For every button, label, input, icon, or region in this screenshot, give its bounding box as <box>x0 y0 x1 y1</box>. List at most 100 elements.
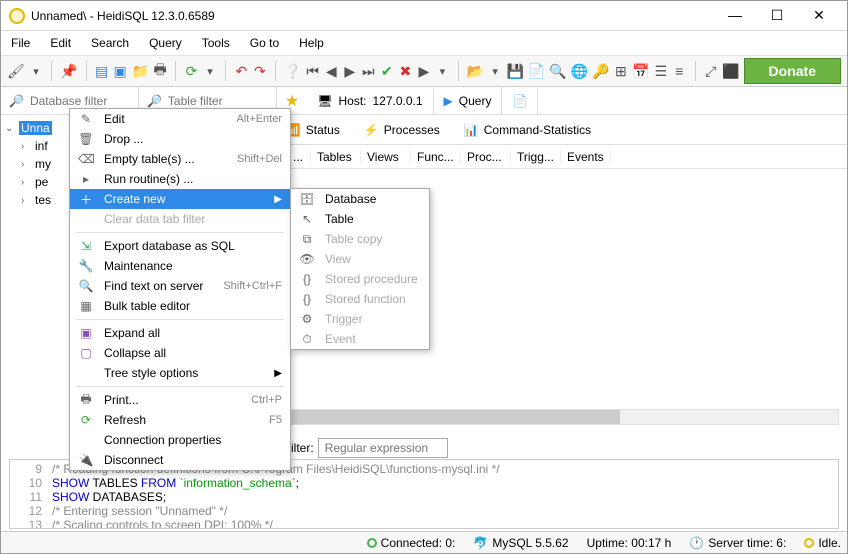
ctx-bulk[interactable]: ▦Bulk table editor <box>70 296 290 316</box>
refresh-icon[interactable]: ⟳ <box>184 62 199 80</box>
zoom-icon[interactable]: 🔍 <box>549 62 566 80</box>
help-icon[interactable]: ❔ <box>284 62 301 80</box>
chevron-down-icon[interactable]: ⌄ <box>5 123 15 134</box>
database-tree[interactable]: ⌄ Unna ›inf ›my ›pe ›tes <box>1 115 71 405</box>
filter-input[interactable] <box>318 438 448 458</box>
tree-root[interactable]: ⌄ Unna <box>5 119 66 137</box>
minimize-button[interactable]: — <box>721 7 749 24</box>
ctx-maintenance[interactable]: 🔧Maintenance <box>70 256 290 276</box>
ctx-empty[interactable]: ⌫Empty table(s) ...Shift+Del <box>70 149 290 169</box>
tree-item[interactable]: ›tes <box>5 191 66 209</box>
status-servertime: 🕐Server time: 6: <box>689 536 786 550</box>
pin-icon[interactable]: 📌 <box>60 62 77 80</box>
undo-icon[interactable]: ↶ <box>234 62 249 80</box>
horizontal-scrollbar[interactable] <box>291 409 839 425</box>
brush-icon[interactable]: 🖌 <box>7 62 25 80</box>
run-icon[interactable]: ▶ <box>417 62 432 80</box>
grid-icon[interactable]: ⊞ <box>614 62 629 80</box>
menu-query[interactable]: Query <box>149 36 182 50</box>
stack-icon[interactable]: ≡ <box>672 62 687 80</box>
gear-icon: ⚙ <box>299 312 315 326</box>
next-icon[interactable]: ▶ <box>342 62 357 80</box>
folder-icon[interactable]: 📁 <box>131 62 148 80</box>
commit-icon[interactable]: ✔ <box>380 62 395 80</box>
ctx-refresh[interactable]: ⟳RefreshF5 <box>70 410 290 430</box>
key-icon[interactable]: 🔑 <box>592 62 609 80</box>
first-icon[interactable]: ⏮ <box>305 62 320 80</box>
tab-processes[interactable]: ⚡Processes <box>353 118 451 142</box>
sub-view[interactable]: 👁View <box>291 249 429 269</box>
dropdown-arrow-icon[interactable]: ▾ <box>435 62 450 80</box>
disk-icon[interactable]: 💾 <box>506 62 523 80</box>
prev-icon[interactable]: ◀ <box>324 62 339 80</box>
expand-icon[interactable]: ⤢ <box>703 62 718 80</box>
create-submenu: 🗄Database ↖Table ⧉Table copy 👁View {}Sto… <box>290 188 430 350</box>
sub-sf[interactable]: {}Stored function <box>291 289 429 309</box>
sub-table[interactable]: ↖Table <box>291 209 429 229</box>
ctx-drop[interactable]: 🗑Drop ... <box>70 129 290 149</box>
database-filter-input[interactable] <box>30 94 130 108</box>
copy-icon: ⧉ <box>299 232 315 247</box>
ctx-edit[interactable]: ✎EditAlt+Enter <box>70 109 290 129</box>
new-query-icon: 📄 <box>512 94 527 108</box>
ctx-find[interactable]: 🔍Find text on serverShift+Ctrl+F <box>70 276 290 296</box>
sub-database[interactable]: 🗄Database <box>291 189 429 209</box>
menu-tools[interactable]: Tools <box>202 36 230 50</box>
ctx-expand[interactable]: ▣Expand all <box>70 323 290 343</box>
tree-item[interactable]: ›my <box>5 155 66 173</box>
ctx-treestyle[interactable]: Tree style options▶ <box>70 363 290 383</box>
table-filter-icon: 🔎 <box>147 94 162 108</box>
ctx-disconnect[interactable]: 🔌Disconnect <box>70 450 290 470</box>
last-icon[interactable]: ⏭ <box>361 62 376 80</box>
tree-item[interactable]: ›inf <box>5 137 66 155</box>
sub-trigger[interactable]: ⚙Trigger <box>291 309 429 329</box>
sub-event[interactable]: ⏱Event <box>291 329 429 349</box>
log-line: /* Entering session "Unnamed" */ <box>52 504 227 518</box>
ctx-create-new[interactable]: ＋Create new▶ <box>70 189 290 209</box>
dropdown-arrow-icon[interactable]: ▾ <box>488 62 503 80</box>
window-title: Unnamed\ - HeidiSQL 12.3.0.6589 <box>31 9 721 23</box>
host-tab[interactable]: 🖥 Host: 127.0.0.1 <box>307 87 433 114</box>
collapse-icon: ▢ <box>78 346 94 360</box>
table-filter-input[interactable] <box>168 94 268 108</box>
page-icon[interactable]: 📄 <box>528 62 545 80</box>
clock-icon: 🕐 <box>689 536 704 550</box>
menu-file[interactable]: File <box>11 36 30 50</box>
new-icon[interactable]: ▤ <box>94 62 109 80</box>
globe-icon[interactable]: 🌐 <box>571 62 588 80</box>
ctx-collapse[interactable]: ▢Collapse all <box>70 343 290 363</box>
menu-help[interactable]: Help <box>299 36 324 50</box>
print-icon[interactable]: 🖶 <box>153 62 168 80</box>
sub-tablecopy[interactable]: ⧉Table copy <box>291 229 429 249</box>
maximize-button[interactable]: ☐ <box>763 7 791 24</box>
export-icon: ⇲ <box>78 239 94 253</box>
ctx-export[interactable]: ⇲Export database as SQL <box>70 236 290 256</box>
cancel-icon[interactable]: ✖ <box>398 62 413 80</box>
wrench-icon: 🔧 <box>78 259 94 273</box>
calendar-icon[interactable]: 📅 <box>632 62 649 80</box>
stop-icon[interactable]: ⬛ <box>722 62 739 80</box>
menu-edit[interactable]: Edit <box>50 36 71 50</box>
tab-cmdstats[interactable]: 📊Command-Statistics <box>453 118 602 142</box>
query-tab-button[interactable]: ▶ Query <box>434 87 503 114</box>
dropdown-arrow-icon[interactable]: ▾ <box>29 62 44 80</box>
ctx-run[interactable]: ▸Run routine(s) ... <box>70 169 290 189</box>
open-folder-icon[interactable]: 📂 <box>466 62 483 80</box>
menu-goto[interactable]: Go to <box>250 36 279 50</box>
cursor-icon: ↖ <box>299 212 315 226</box>
list-icon[interactable]: ☰ <box>654 62 669 80</box>
sub-sp[interactable]: {}Stored procedure <box>291 269 429 289</box>
donate-button[interactable]: Donate <box>744 58 841 84</box>
redo-icon[interactable]: ↷ <box>253 62 268 80</box>
ctx-connprop[interactable]: Connection properties <box>70 430 290 450</box>
new-tab-button[interactable]: 📄 <box>502 87 538 114</box>
empty-icon: ⌫ <box>78 152 94 166</box>
ctx-clear[interactable]: Clear data tab filter <box>70 209 290 229</box>
save-icon[interactable]: ▣ <box>113 62 128 80</box>
dropdown-arrow-icon[interactable]: ▾ <box>203 62 218 80</box>
ctx-print[interactable]: 🖶Print...Ctrl+P <box>70 390 290 410</box>
menu-search[interactable]: Search <box>91 36 129 50</box>
code-icon: {} <box>299 292 315 306</box>
tree-item[interactable]: ›pe <box>5 173 66 191</box>
close-button[interactable]: ✕ <box>805 7 833 24</box>
